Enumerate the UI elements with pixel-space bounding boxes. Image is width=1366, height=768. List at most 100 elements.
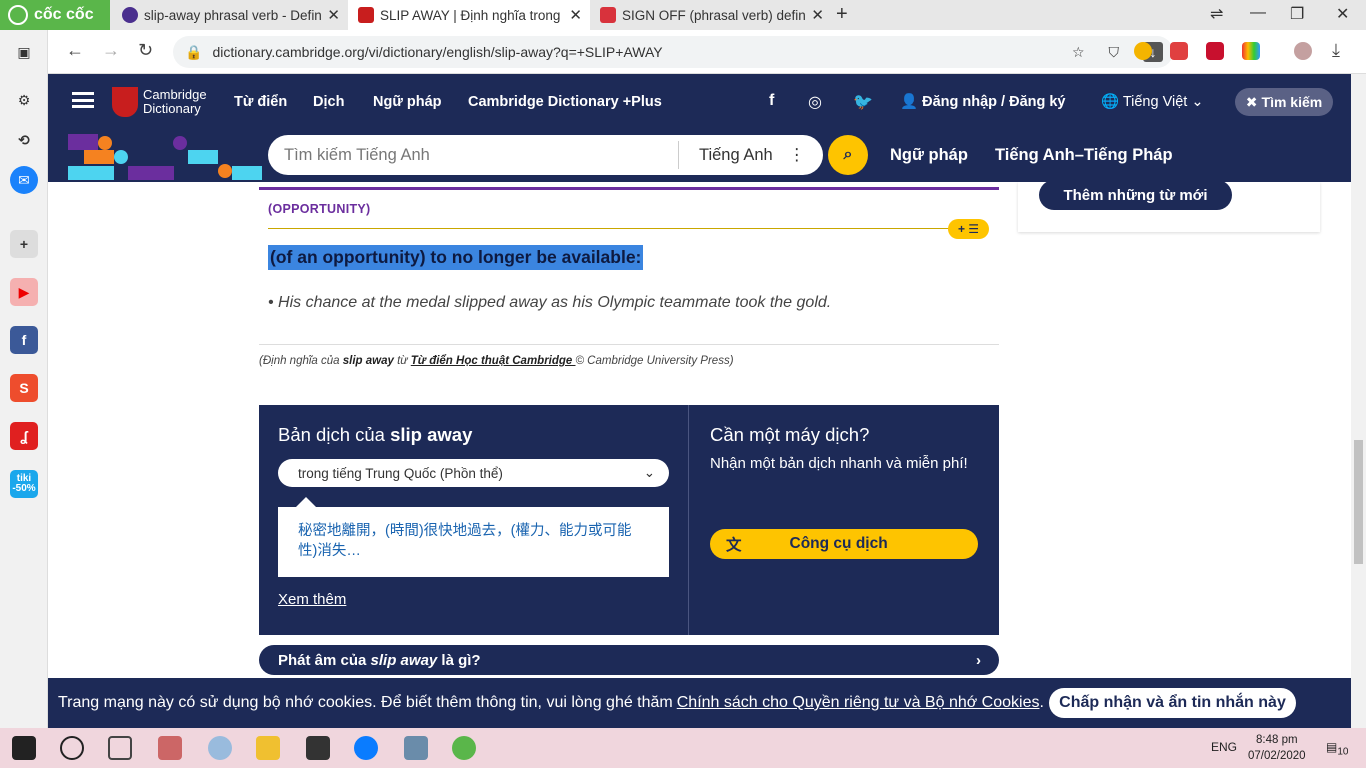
extension-adblock-icon[interactable] bbox=[1170, 42, 1188, 60]
nav-plus[interactable]: Cambridge Dictionary +Plus bbox=[468, 94, 662, 110]
decor-block bbox=[128, 166, 174, 180]
add-app-icon[interactable]: + bbox=[10, 230, 38, 258]
twitter-icon[interactable]: 🐦 bbox=[853, 92, 873, 112]
see-more-link[interactable]: Xem thêm bbox=[278, 591, 346, 608]
search-input[interactable]: Tìm kiếm Tiếng Anh Tiếng Anh ⋮ bbox=[268, 135, 823, 175]
decor-block bbox=[232, 166, 262, 180]
back-icon[interactable]: ← bbox=[66, 40, 84, 61]
coccoc-logo-icon bbox=[8, 5, 28, 25]
definition-credit: (Định nghĩa của slip away từ Từ điển Học… bbox=[259, 355, 734, 367]
tab-slip-away-phrasal[interactable]: slip-away phrasal verb - Defin ✕ bbox=[112, 0, 348, 30]
translator-promo: Cần một máy dịch? Nhận một bản dịch nhan… bbox=[710, 405, 1000, 635]
chevron-down-icon: ⌄ bbox=[1187, 94, 1204, 110]
profile-avatar-icon[interactable] bbox=[1294, 42, 1312, 60]
sidebar-panel-icon[interactable]: ▣ bbox=[10, 38, 38, 66]
pronunciation-accordion[interactable]: Phát âm của slip away là gì? › bbox=[259, 645, 999, 675]
youtube-icon[interactable]: ▶ bbox=[10, 278, 38, 306]
menu-icon[interactable] bbox=[72, 92, 94, 108]
history-icon[interactable]: ⟲ bbox=[10, 126, 38, 154]
close-tab-icon[interactable]: ✕ bbox=[327, 6, 340, 24]
facebook-icon[interactable]: f bbox=[10, 326, 38, 354]
add-to-list-button[interactable]: + ☰ bbox=[948, 219, 989, 239]
chevron-down-icon: ⌄ bbox=[643, 465, 655, 480]
nav-tu-dien[interactable]: Từ điển bbox=[234, 94, 287, 110]
input-language[interactable]: ENG bbox=[1211, 740, 1237, 754]
example-sentence: • His chance at the medal slipped away a… bbox=[268, 294, 832, 311]
search-icon[interactable] bbox=[60, 736, 84, 760]
extension-color-icon[interactable] bbox=[1242, 42, 1260, 60]
app-icon[interactable] bbox=[158, 736, 182, 760]
nav-dich[interactable]: Dịch bbox=[313, 94, 344, 110]
extension-red-icon[interactable] bbox=[1206, 42, 1224, 60]
scrollbar-thumb[interactable] bbox=[1354, 440, 1363, 564]
new-tab-icon[interactable]: + bbox=[836, 3, 848, 26]
file-explorer-icon[interactable] bbox=[256, 736, 280, 760]
close-icon: ✖ bbox=[1245, 93, 1258, 110]
translation-heading: Bản dịch của slip away bbox=[278, 424, 473, 445]
search-toggle-button[interactable]: ✖ Tìm kiếm bbox=[1235, 88, 1333, 116]
clock[interactable]: 8:48 pm 07/02/2020 bbox=[1248, 732, 1306, 764]
close-tab-icon[interactable]: ✕ bbox=[811, 6, 824, 24]
decor-dot bbox=[173, 136, 187, 150]
coccoc-menu-button[interactable]: cốc cốc bbox=[0, 0, 110, 30]
cambridge-logo[interactable]: Cambridge Dictionary bbox=[112, 87, 207, 117]
privacy-policy-link[interactable]: Chính sách cho Quyền riêng tư và Bộ nhớ … bbox=[677, 694, 1040, 712]
tiki-icon[interactable]: tiki -50% bbox=[10, 470, 38, 498]
task-view-icon[interactable] bbox=[108, 736, 132, 760]
messenger-icon[interactable]: ✉ bbox=[10, 166, 38, 194]
decor-block bbox=[68, 134, 98, 150]
link-english-french[interactable]: Tiếng Anh–Tiếng Pháp bbox=[995, 146, 1173, 165]
reload-icon[interactable]: ↻ bbox=[138, 40, 153, 61]
cambridge-shield-icon bbox=[112, 87, 138, 117]
browser-sidebar: ▣ ⚙ ⟲ ✉ + ▶ f S ʆ tiki -50% bbox=[0, 30, 48, 728]
dictionary-select[interactable]: Tiếng Anh ⋮ bbox=[678, 141, 823, 169]
shopee-icon[interactable]: S bbox=[10, 374, 38, 402]
translation-panel: Bản dịch của slip away trong tiếng Trung… bbox=[259, 405, 999, 635]
new-words-button[interactable]: Thêm những từ mới bbox=[1039, 182, 1232, 210]
source-link[interactable]: Từ điển Học thuật Cambridge bbox=[411, 355, 576, 367]
browser-tab-strip: cốc cốc slip-away phrasal verb - Defin ✕… bbox=[0, 0, 1366, 30]
forward-icon[interactable]: → bbox=[102, 40, 120, 61]
extension-chrome-icon[interactable] bbox=[1134, 42, 1152, 60]
translation-language-select[interactable]: trong tiếng Trung Quốc (Phồn thể) ⌄ bbox=[278, 459, 669, 487]
tab-sign-off[interactable]: SIGN OFF (phrasal verb) defin ✕ bbox=[590, 0, 832, 30]
cambridge-favicon-icon bbox=[358, 7, 374, 23]
facebook-icon[interactable]: f bbox=[769, 92, 774, 110]
tab-slip-away-dinh-nghia[interactable]: SLIP AWAY | Định nghĩa trong ✕ bbox=[348, 0, 590, 30]
language-selector[interactable]: 🌐 Tiếng Việt ⌄ bbox=[1101, 93, 1204, 110]
search-icon: ⌕ bbox=[843, 146, 853, 163]
notification-icon[interactable]: ▤10 bbox=[1326, 740, 1348, 757]
tab-search-icon[interactable]: ⇌ bbox=[1210, 4, 1223, 24]
paint-icon[interactable] bbox=[208, 736, 232, 760]
site-header: Cambridge Dictionary Từ điển Dịch Ngữ ph… bbox=[48, 74, 1351, 130]
coccoc-taskbar-icon[interactable] bbox=[452, 736, 476, 760]
close-tab-icon[interactable]: ✕ bbox=[569, 6, 582, 24]
link-ngu-phap[interactable]: Ngữ pháp bbox=[890, 146, 968, 165]
settings-icon[interactable]: ⚙ bbox=[10, 86, 38, 114]
windows-start-icon[interactable] bbox=[12, 736, 36, 760]
minimize-icon[interactable]: — bbox=[1250, 4, 1266, 22]
zalo-icon[interactable] bbox=[354, 736, 378, 760]
downloads-icon[interactable]: ⤓ bbox=[1332, 40, 1340, 61]
sidebar-card: Thêm những từ mới bbox=[1018, 182, 1320, 232]
lock-icon: 🔒 bbox=[185, 43, 203, 60]
more-vert-icon: ⋮ bbox=[788, 146, 806, 164]
login-link[interactable]: 👤 Đăng nhập / Đăng ký bbox=[900, 93, 1066, 110]
user-icon: 👤 bbox=[900, 94, 923, 110]
accept-cookies-button[interactable]: Chấp nhận và ẩn tin nhắn này bbox=[1049, 688, 1296, 718]
search-band: Tìm kiếm Tiếng Anh Tiếng Anh ⋮ ⌕ Ngữ phá… bbox=[48, 130, 1351, 182]
app-icon[interactable] bbox=[404, 736, 428, 760]
lazada-icon[interactable]: ʆ bbox=[10, 422, 38, 450]
address-bar[interactable]: 🔒 dictionary.cambridge.org/vi/dictionary… bbox=[173, 36, 1173, 68]
maximize-icon[interactable]: ❐ bbox=[1290, 4, 1304, 24]
bookmark-star-icon[interactable]: ☆ bbox=[1072, 44, 1085, 61]
nav-ngu-phap[interactable]: Ngữ pháp bbox=[373, 94, 442, 110]
search-submit-button[interactable]: ⌕ bbox=[828, 135, 868, 175]
sticky-notes-icon[interactable] bbox=[306, 736, 330, 760]
translation-left: Bản dịch của slip away trong tiếng Trung… bbox=[259, 405, 689, 635]
close-window-icon[interactable]: ✕ bbox=[1336, 4, 1349, 24]
instagram-icon[interactable]: ◎ bbox=[808, 92, 822, 112]
shield-icon[interactable]: ⛉ bbox=[1109, 44, 1120, 61]
translator-tool-button[interactable]: 文 Công cụ dịch bbox=[710, 529, 978, 559]
page-scrollbar[interactable] bbox=[1351, 74, 1366, 728]
